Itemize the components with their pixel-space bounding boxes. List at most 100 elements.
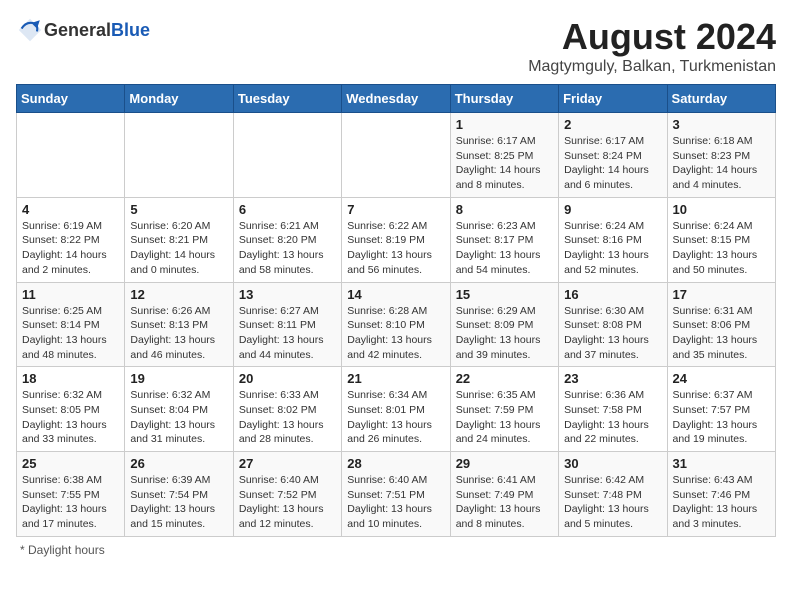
day-info: Sunrise: 6:24 AMSunset: 8:15 PMDaylight:… — [673, 219, 770, 278]
day-info: Sunrise: 6:30 AMSunset: 8:08 PMDaylight:… — [564, 304, 661, 363]
main-title: August 2024 — [528, 16, 776, 58]
calendar-cell: 30 Sunrise: 6:42 AMSunset: 7:48 PMDayligh… — [559, 452, 667, 537]
calendar-cell: 14 Sunrise: 6:28 AMSunset: 8:10 PMDayligh… — [342, 282, 450, 367]
day-info: Sunrise: 6:20 AMSunset: 8:21 PMDaylight:… — [130, 219, 227, 278]
footer-note: * Daylight hours — [16, 543, 776, 557]
day-number: 5 — [130, 202, 227, 217]
day-number: 25 — [22, 456, 119, 471]
day-info: Sunrise: 6:17 AMSunset: 8:25 PMDaylight:… — [456, 134, 553, 193]
day-number: 19 — [130, 371, 227, 386]
day-info: Sunrise: 6:40 AMSunset: 7:52 PMDaylight:… — [239, 473, 336, 532]
weekday-header-friday: Friday — [559, 85, 667, 113]
day-number: 6 — [239, 202, 336, 217]
day-info: Sunrise: 6:42 AMSunset: 7:48 PMDaylight:… — [564, 473, 661, 532]
calendar-cell: 23Sunrise: 6:36 AMSunset: 7:58 PMDayligh… — [559, 367, 667, 452]
weekday-header-sunday: Sunday — [17, 85, 125, 113]
day-number: 3 — [673, 117, 770, 132]
day-number: 21 — [347, 371, 444, 386]
calendar-cell: 2Sunrise: 6:17 AMSunset: 8:24 PMDaylight… — [559, 113, 667, 198]
day-info: Sunrise: 6:43 AMSunset: 7:46 PMDaylight:… — [673, 473, 770, 532]
page-header: GeneralBlue August 2024 Magtymguly, Balk… — [16, 16, 776, 76]
calendar-cell: 31 Sunrise: 6:43 AMSunset: 7:46 PMDayligh… — [667, 452, 775, 537]
day-number: 20 — [239, 371, 336, 386]
calendar-cell: 18 Sunrise: 6:32 AMSunset: 8:05 PMDayligh… — [17, 367, 125, 452]
day-info: Sunrise: 6:39 AMSunset: 7:54 PMDaylight:… — [130, 473, 227, 532]
day-number: 2 — [564, 117, 661, 132]
day-number: 4 — [22, 202, 119, 217]
calendar-cell — [125, 113, 233, 198]
calendar-table: SundayMondayTuesdayWednesdayThursdayFrid… — [16, 84, 776, 537]
day-info: Sunrise: 6:41 AMSunset: 7:49 PMDaylight:… — [456, 473, 553, 532]
day-number: 28 — [347, 456, 444, 471]
calendar-cell: 7Sunrise: 6:22 AMSunset: 8:19 PMDaylight… — [342, 197, 450, 282]
day-info: Sunrise: 6:26 AMSunset: 8:13 PMDaylight:… — [130, 304, 227, 363]
calendar-cell: 5 Sunrise: 6:20 AMSunset: 8:21 PMDaylight… — [125, 197, 233, 282]
calendar-cell: 11 Sunrise: 6:25 AMSunset: 8:14 PMDayligh… — [17, 282, 125, 367]
day-number: 15 — [456, 287, 553, 302]
day-number: 17 — [673, 287, 770, 302]
calendar-cell: 20 Sunrise: 6:33 AMSunset: 8:02 PMDayligh… — [233, 367, 341, 452]
day-number: 22 — [456, 371, 553, 386]
day-number: 7 — [347, 202, 444, 217]
weekday-header-saturday: Saturday — [667, 85, 775, 113]
day-info: Sunrise: 6:34 AMSunset: 8:01 PMDaylight:… — [347, 388, 444, 447]
calendar-cell: 13Sunrise: 6:27 AMSunset: 8:11 PMDayligh… — [233, 282, 341, 367]
day-info: Sunrise: 6:33 AMSunset: 8:02 PMDaylight:… — [239, 388, 336, 447]
day-info: Sunrise: 6:32 AMSunset: 8:05 PMDaylight:… — [22, 388, 119, 447]
calendar-week-row: 25Sunrise: 6:38 AMSunset: 7:55 PMDayligh… — [17, 452, 776, 537]
calendar-week-row: 18 Sunrise: 6:32 AMSunset: 8:05 PMDayligh… — [17, 367, 776, 452]
title-area: August 2024 Magtymguly, Balkan, Turkmeni… — [528, 16, 776, 76]
calendar-cell: 25Sunrise: 6:38 AMSunset: 7:55 PMDayligh… — [17, 452, 125, 537]
calendar-header-row: SundayMondayTuesdayWednesdayThursdayFrid… — [17, 85, 776, 113]
subtitle: Magtymguly, Balkan, Turkmenistan — [528, 58, 776, 76]
weekday-header-tuesday: Tuesday — [233, 85, 341, 113]
day-number: 18 — [22, 371, 119, 386]
calendar-cell: 15 Sunrise: 6:29 AMSunset: 8:09 PMDayligh… — [450, 282, 558, 367]
day-number: 27 — [239, 456, 336, 471]
calendar-cell: 8 Sunrise: 6:23 AMSunset: 8:17 PMDaylight… — [450, 197, 558, 282]
calendar-cell: 4 Sunrise: 6:19 AMSunset: 8:22 PMDaylight… — [17, 197, 125, 282]
day-number: 1 — [456, 117, 553, 132]
day-number: 14 — [347, 287, 444, 302]
day-number: 9 — [564, 202, 661, 217]
calendar-cell: 12 Sunrise: 6:26 AMSunset: 8:13 PMDayligh… — [125, 282, 233, 367]
day-number: 11 — [22, 287, 119, 302]
day-number: 31 — [673, 456, 770, 471]
calendar-cell: 21 Sunrise: 6:34 AMSunset: 8:01 PMDayligh… — [342, 367, 450, 452]
logo: GeneralBlue — [16, 16, 150, 44]
day-number: 26 — [130, 456, 227, 471]
weekday-header-monday: Monday — [125, 85, 233, 113]
day-info: Sunrise: 6:24 AMSunset: 8:16 PMDaylight:… — [564, 219, 661, 278]
day-number: 12 — [130, 287, 227, 302]
day-number: 24 — [673, 371, 770, 386]
calendar-cell: 17Sunrise: 6:31 AMSunset: 8:06 PMDayligh… — [667, 282, 775, 367]
weekday-header-wednesday: Wednesday — [342, 85, 450, 113]
calendar-week-row: 11 Sunrise: 6:25 AMSunset: 8:14 PMDayligh… — [17, 282, 776, 367]
calendar-cell: 24Sunrise: 6:37 AMSunset: 7:57 PMDayligh… — [667, 367, 775, 452]
day-number: 16 — [564, 287, 661, 302]
calendar-cell: 29 Sunrise: 6:41 AMSunset: 7:49 PMDayligh… — [450, 452, 558, 537]
calendar-cell: 9 Sunrise: 6:24 AMSunset: 8:16 PMDaylight… — [559, 197, 667, 282]
day-info: Sunrise: 6:32 AMSunset: 8:04 PMDaylight:… — [130, 388, 227, 447]
day-number: 29 — [456, 456, 553, 471]
day-number: 30 — [564, 456, 661, 471]
generalblue-logo-icon — [16, 16, 44, 44]
calendar-cell: 19 Sunrise: 6:32 AMSunset: 8:04 PMDayligh… — [125, 367, 233, 452]
logo-blue-text: Blue — [111, 20, 150, 41]
day-info: Sunrise: 6:19 AMSunset: 8:22 PMDaylight:… — [22, 219, 119, 278]
logo-general-text: General — [44, 20, 111, 41]
calendar-cell: 27 Sunrise: 6:40 AMSunset: 7:52 PMDayligh… — [233, 452, 341, 537]
day-info: Sunrise: 6:25 AMSunset: 8:14 PMDaylight:… — [22, 304, 119, 363]
calendar-week-row: 1 Sunrise: 6:17 AMSunset: 8:25 PMDaylight… — [17, 113, 776, 198]
calendar-cell — [342, 113, 450, 198]
day-info: Sunrise: 6:21 AMSunset: 8:20 PMDaylight:… — [239, 219, 336, 278]
calendar-cell: 16 Sunrise: 6:30 AMSunset: 8:08 PMDayligh… — [559, 282, 667, 367]
day-info: Sunrise: 6:23 AMSunset: 8:17 PMDaylight:… — [456, 219, 553, 278]
calendar-week-row: 4 Sunrise: 6:19 AMSunset: 8:22 PMDaylight… — [17, 197, 776, 282]
calendar-cell: 26 Sunrise: 6:39 AMSunset: 7:54 PMDayligh… — [125, 452, 233, 537]
day-info: Sunrise: 6:28 AMSunset: 8:10 PMDaylight:… — [347, 304, 444, 363]
day-info: Sunrise: 6:29 AMSunset: 8:09 PMDaylight:… — [456, 304, 553, 363]
calendar-cell: 22Sunrise: 6:35 AMSunset: 7:59 PMDayligh… — [450, 367, 558, 452]
day-info: Sunrise: 6:40 AMSunset: 7:51 PMDaylight:… — [347, 473, 444, 532]
day-number: 8 — [456, 202, 553, 217]
